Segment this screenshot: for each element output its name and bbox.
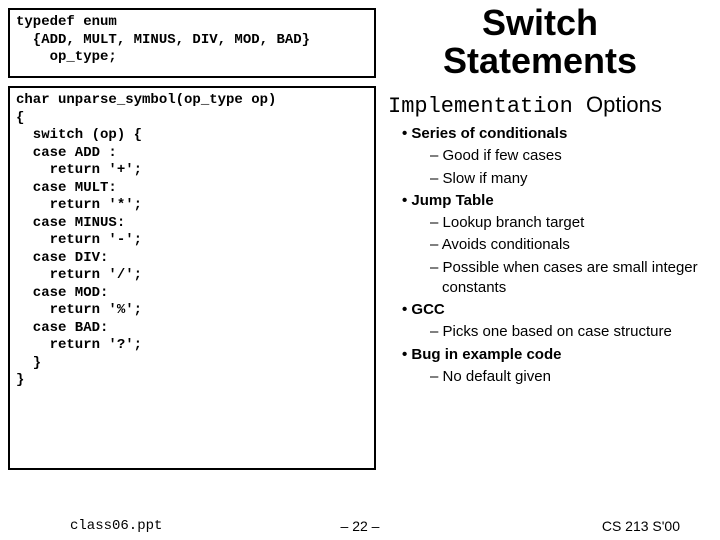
bullet-subitem: Picks one based on case structure	[400, 322, 710, 342]
bullet-subitem: No default given	[400, 367, 710, 387]
slide: typedef enum {ADD, MULT, MINUS, DIV, MOD…	[0, 0, 720, 540]
bullet-item: Series of conditionals	[400, 124, 710, 144]
bullet-item: GCC	[400, 300, 710, 320]
bullet-subitem: Good if few cases	[400, 146, 710, 166]
footer-course: CS 213 S'00	[602, 518, 680, 534]
bullet-subitem: Slow if many	[400, 169, 710, 189]
bullet-subitem: Avoids conditionals	[400, 235, 710, 255]
bullet-subitem: Possible when cases are small integer co…	[400, 258, 710, 299]
subtitle-word1: Implementation	[388, 94, 573, 119]
slide-title: Switch Statements	[380, 4, 700, 80]
subtitle-word2: Options	[586, 92, 662, 117]
title-line2: Statements	[443, 40, 637, 81]
code-typedef-box: typedef enum {ADD, MULT, MINUS, DIV, MOD…	[8, 8, 376, 78]
bullet-item: Bug in example code	[400, 345, 710, 365]
bullet-list: Series of conditionals Good if few cases…	[400, 124, 710, 389]
bullet-item: Jump Table	[400, 191, 710, 211]
footer: class06.ppt – 22 – CS 213 S'00	[0, 506, 720, 534]
slide-subtitle: Implementation Options	[388, 92, 718, 119]
bullet-subitem: Lookup branch target	[400, 213, 710, 233]
code-function-box: char unparse_symbol(op_type op) { switch…	[8, 86, 376, 470]
title-line1: Switch	[482, 2, 598, 43]
